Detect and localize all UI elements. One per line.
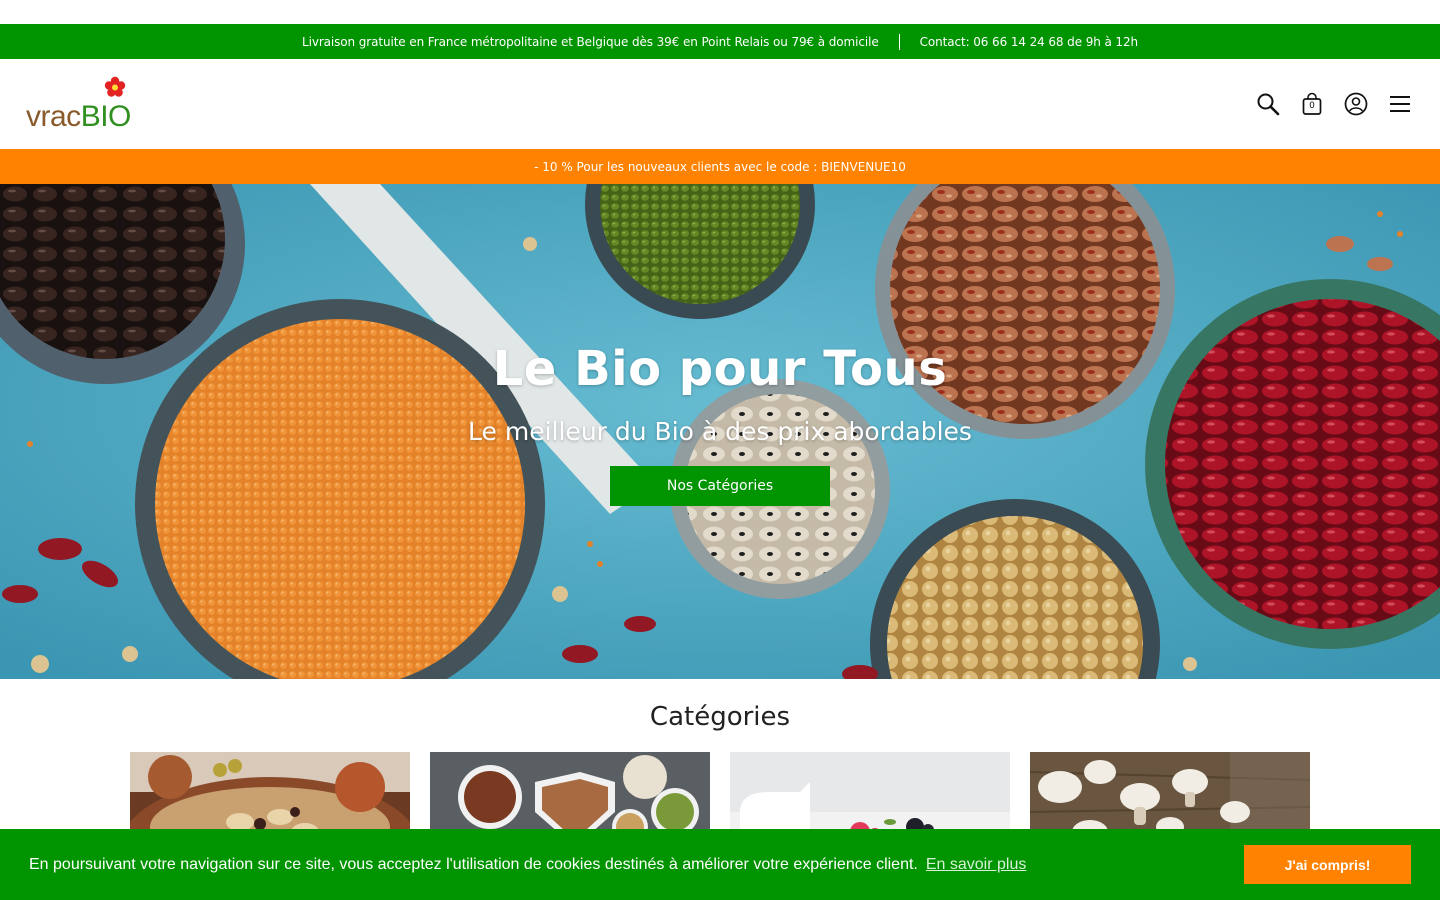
promo-bar: - 10 % Pour les nouveaux clients avec le… xyxy=(0,149,1440,184)
search-icon xyxy=(1257,93,1280,116)
top-spacer xyxy=(0,0,1440,24)
hero-subtitle: Le meilleur du Bio à des prix abordables xyxy=(468,417,972,446)
menu-icon xyxy=(1390,96,1410,112)
promo-text: - 10 % Pour les nouveaux clients avec le… xyxy=(534,159,906,174)
contact-info: Contact: 06 66 14 24 68 de 9h à 12h xyxy=(919,34,1138,49)
cart-button[interactable]: 0 xyxy=(1300,92,1324,116)
cookie-banner: En poursuivant votre navigation sur ce s… xyxy=(0,829,1440,900)
logo-text-vrac: vrac xyxy=(26,100,81,133)
categories-title: Catégories xyxy=(649,702,791,732)
site-logo[interactable]: vracBIO xyxy=(26,76,146,132)
cookie-learn-more-link[interactable]: En savoir plus xyxy=(926,856,1027,874)
search-button[interactable] xyxy=(1256,92,1280,116)
cookie-accept-button[interactable]: J'ai compris! xyxy=(1244,845,1411,884)
account-button[interactable] xyxy=(1344,92,1368,116)
menu-button[interactable] xyxy=(1388,92,1412,116)
header-actions: 0 xyxy=(1256,92,1412,116)
account-icon xyxy=(1344,92,1368,116)
flower-logo-icon xyxy=(104,76,126,97)
logo-wordmark: vracBIO xyxy=(26,102,131,132)
hero-content: Le Bio pour Tous Le meilleur du Bio à de… xyxy=(0,184,1440,679)
hero-banner: Le Bio pour Tous Le meilleur du Bio à de… xyxy=(0,184,1440,679)
hero-title: Le Bio pour Tous xyxy=(492,341,948,397)
logo-text-bio: BIO xyxy=(80,100,132,133)
categories-cta-button[interactable]: Nos Catégories xyxy=(610,466,830,506)
announcement-bar: Livraison gratuite en France métropolita… xyxy=(0,24,1440,59)
cart-count-badge: 0 xyxy=(1309,101,1315,111)
site-header: vracBIO 0 xyxy=(0,59,1440,149)
shipping-info: Livraison gratuite en France métropolita… xyxy=(302,34,879,49)
announcement-divider xyxy=(898,33,900,50)
cookie-message: En poursuivant votre navigation sur ce s… xyxy=(29,855,918,873)
